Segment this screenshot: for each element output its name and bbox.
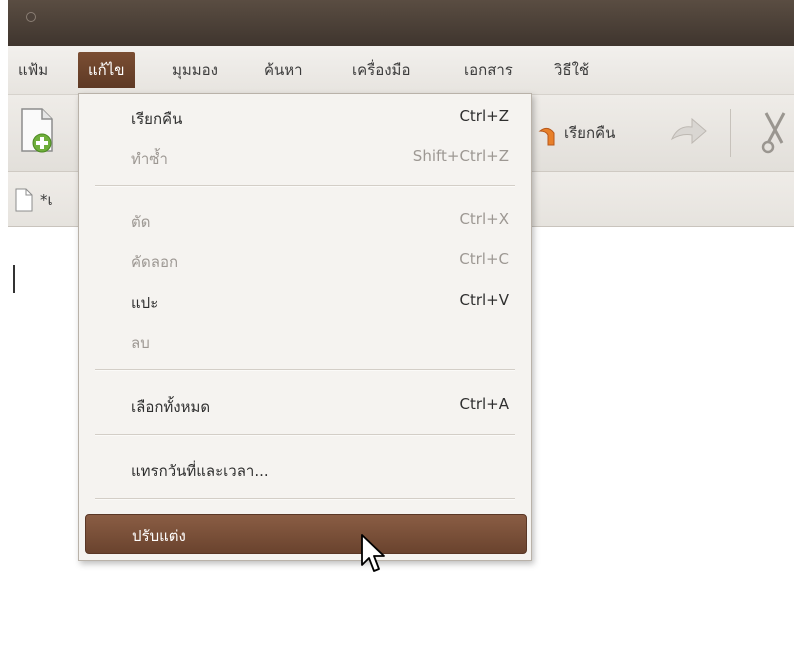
text-caret bbox=[13, 265, 15, 293]
menu-separator bbox=[95, 185, 515, 187]
menu-item-paste[interactable]: แปะ Ctrl+V bbox=[85, 282, 525, 320]
cut-button[interactable] bbox=[760, 109, 790, 155]
menu-item-label: แปะ bbox=[131, 294, 159, 312]
menu-item-label: ตัด bbox=[131, 213, 151, 231]
menu-item-label: คัดลอก bbox=[131, 253, 179, 271]
edit-menu-dropdown: เรียกคืน Ctrl+Z ทำซ้ำ Shift+Ctrl+Z ตัด C… bbox=[78, 93, 532, 561]
undo-button[interactable]: เรียกคืน bbox=[538, 117, 615, 149]
menu-item-shortcut: Ctrl+X bbox=[459, 210, 509, 228]
window-close-icon[interactable] bbox=[26, 12, 36, 22]
menu-tools[interactable]: เครื่องมือ bbox=[342, 52, 420, 88]
title-bar[interactable] bbox=[8, 0, 794, 46]
mouse-pointer-icon bbox=[360, 533, 386, 577]
document-icon bbox=[15, 188, 33, 212]
menu-edit[interactable]: แก้ไข bbox=[78, 52, 135, 88]
menu-separator bbox=[95, 498, 515, 500]
document-tab[interactable]: *เ bbox=[14, 186, 53, 214]
new-document-button[interactable] bbox=[18, 107, 58, 155]
menu-file[interactable]: แฟ้ม bbox=[8, 52, 58, 88]
menu-item-shortcut: Ctrl+V bbox=[459, 291, 509, 309]
menu-separator bbox=[95, 434, 515, 436]
toolbar-separator bbox=[730, 109, 731, 157]
menu-item-label: ปรับแต่ง bbox=[132, 527, 186, 545]
undo-icon bbox=[538, 127, 555, 146]
redo-button[interactable] bbox=[668, 113, 708, 153]
menu-item-insert-date-time[interactable]: แทรกวันที่และเวลา... bbox=[85, 450, 525, 488]
new-document-icon bbox=[21, 108, 53, 153]
redo-icon bbox=[670, 117, 707, 145]
menu-item-delete[interactable]: ลบ bbox=[85, 322, 525, 360]
document-tab-label: *เ bbox=[40, 191, 53, 209]
menu-item-cut[interactable]: ตัด Ctrl+X bbox=[85, 201, 525, 239]
menu-item-label: ลบ bbox=[131, 334, 150, 352]
menu-item-label: แทรกวันที่และเวลา... bbox=[131, 462, 269, 480]
cut-icon bbox=[761, 112, 786, 154]
menu-view[interactable]: มุมมอง bbox=[162, 52, 228, 88]
menu-documents[interactable]: เอกสาร bbox=[454, 52, 523, 88]
menu-item-shortcut: Shift+Ctrl+Z bbox=[412, 147, 509, 165]
menu-item-label: เลือกทั้งหมด bbox=[131, 398, 211, 416]
menu-item-undo[interactable]: เรียกคืน Ctrl+Z bbox=[85, 98, 525, 136]
menu-search[interactable]: ค้นหา bbox=[254, 52, 313, 88]
menu-item-redo[interactable]: ทำซ้ำ Shift+Ctrl+Z bbox=[85, 138, 525, 176]
menu-separator bbox=[95, 369, 515, 371]
menu-item-copy[interactable]: คัดลอก Ctrl+C bbox=[85, 241, 525, 279]
menu-item-label: ทำซ้ำ bbox=[131, 150, 168, 168]
menu-item-shortcut: Ctrl+Z bbox=[459, 107, 509, 125]
menu-item-shortcut: Ctrl+A bbox=[459, 395, 509, 413]
menu-item-label: เรียกคืน bbox=[131, 110, 183, 128]
menu-item-preferences[interactable]: ปรับแต่ง bbox=[85, 514, 527, 554]
menu-item-shortcut: Ctrl+C bbox=[459, 250, 509, 268]
menu-help[interactable]: วิธีใช้ bbox=[544, 52, 599, 88]
menu-item-select-all[interactable]: เลือกทั้งหมด Ctrl+A bbox=[85, 386, 525, 424]
menu-bar: แฟ้ม แก้ไข มุมมอง ค้นหา เครื่องมือ เอกสา… bbox=[8, 46, 794, 95]
undo-label: เรียกคืน bbox=[564, 124, 616, 142]
